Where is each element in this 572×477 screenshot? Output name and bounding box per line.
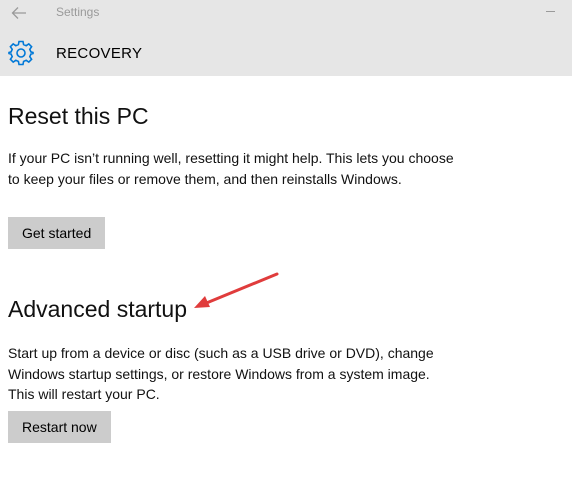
advanced-startup-description: Start up from a device or disc (such as …: [8, 345, 434, 402]
annotation-arrow-icon: [194, 272, 279, 308]
title-bar: Settings RECOVERY: [0, 0, 572, 76]
window-title: Settings: [56, 5, 100, 19]
get-started-button[interactable]: Get started: [8, 217, 106, 249]
reset-pc-description: If your PC isn’t running well, resetting…: [8, 150, 454, 187]
settings-window: Settings RECOVERY Reset this PC If your …: [0, 0, 572, 477]
reset-pc-heading: Reset this PC: [8, 103, 149, 129]
page-title: RECOVERY: [56, 45, 143, 62]
back-arrow-icon: [11, 7, 26, 19]
restart-now-button[interactable]: Restart now: [8, 411, 111, 443]
back-button[interactable]: [8, 2, 30, 24]
minimize-button[interactable]: [538, 0, 562, 22]
minimize-icon: [545, 10, 555, 12]
gear-icon: [8, 40, 34, 66]
advanced-startup-heading: Advanced startup: [8, 296, 188, 322]
